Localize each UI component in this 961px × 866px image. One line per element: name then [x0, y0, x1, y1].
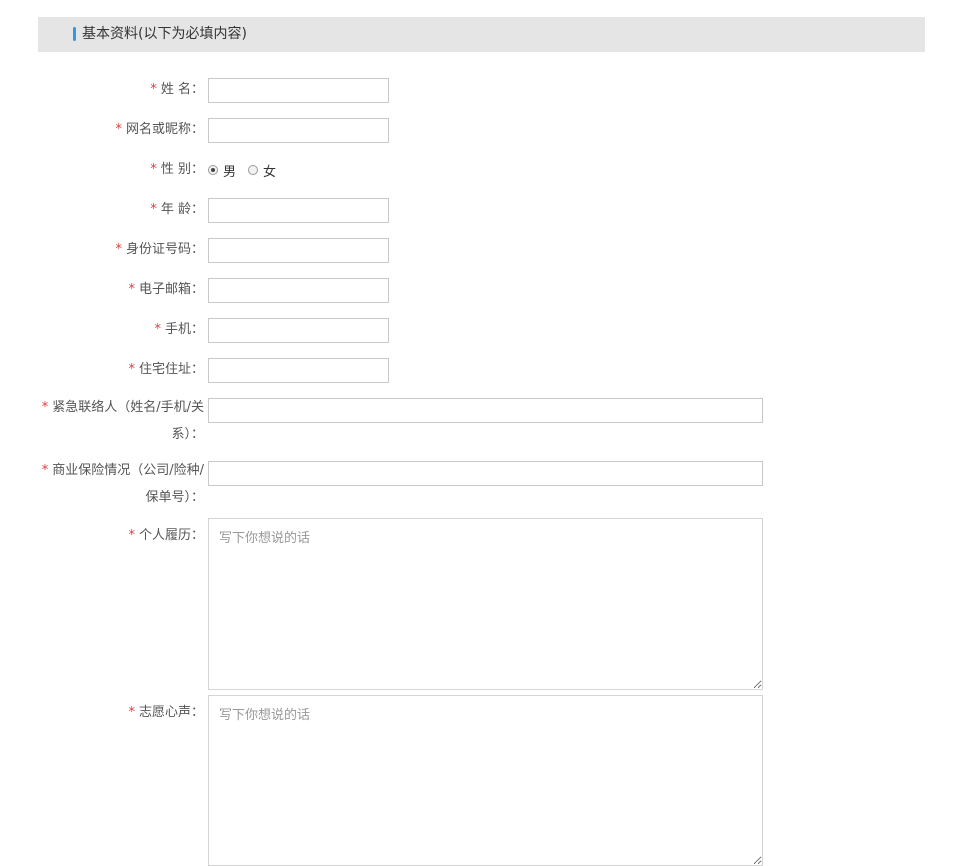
required-mark: * — [41, 400, 49, 415]
required-mark: * — [128, 282, 135, 297]
gender-option-female[interactable]: 女 — [248, 161, 276, 180]
gender-label: * 性 别： — [150, 162, 204, 177]
aspiration-label: * 志愿心声： — [128, 705, 204, 720]
section-header: 基本资料(以下为必填内容) — [38, 17, 925, 52]
required-mark: * — [154, 322, 161, 337]
resume-label: * 个人履历： — [128, 528, 204, 543]
name-label: * 姓 名： — [150, 82, 204, 97]
required-mark: * — [128, 528, 135, 543]
age-label: * 年 龄： — [150, 202, 204, 217]
resume-textarea[interactable] — [208, 518, 763, 690]
email-label: * 电子邮箱： — [128, 282, 204, 297]
insurance-label: * 商业保险情况（公司/险种/保单号）： — [41, 463, 204, 505]
required-mark: * — [150, 162, 157, 177]
required-mark: * — [150, 82, 157, 97]
section-title: 基本资料(以下为必填内容) — [82, 26, 247, 42]
radio-checked-icon[interactable] — [208, 165, 218, 175]
id-number-input[interactable] — [208, 238, 389, 263]
nickname-label: * 网名或昵称： — [115, 122, 204, 137]
required-mark: * — [150, 202, 157, 217]
section-accent-bar — [73, 27, 76, 41]
nickname-input[interactable] — [208, 118, 389, 143]
id-number-label: * 身份证号码： — [115, 242, 204, 257]
name-input[interactable] — [208, 78, 389, 103]
aspiration-textarea[interactable] — [208, 695, 763, 866]
phone-label: * 手机： — [154, 322, 204, 337]
gender-option-male[interactable]: 男 — [208, 161, 236, 180]
email-input[interactable] — [208, 278, 389, 303]
address-input[interactable] — [208, 358, 389, 383]
emergency-contact-input[interactable] — [208, 398, 763, 423]
insurance-input[interactable] — [208, 461, 763, 486]
radio-unchecked-icon[interactable] — [248, 165, 259, 175]
required-mark: * — [128, 362, 135, 377]
required-mark: * — [41, 463, 49, 478]
gender-radio-group: 男 女 — [208, 158, 288, 182]
phone-input[interactable] — [208, 318, 389, 343]
age-input[interactable] — [208, 198, 389, 223]
address-label: * 住宅住址： — [128, 362, 204, 377]
required-mark: * — [128, 705, 135, 720]
emergency-contact-label: * 紧急联络人（姓名/手机/关 系）： — [41, 400, 204, 442]
required-mark: * — [115, 242, 122, 257]
required-mark: * — [115, 122, 122, 137]
